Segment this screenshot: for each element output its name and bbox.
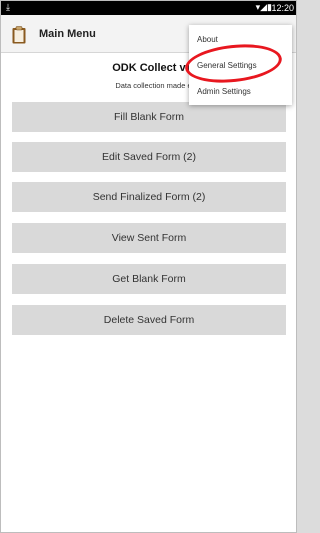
status-clock: 12:20 [271, 3, 294, 13]
signal-battery-icons: ▾◢▮ [255, 2, 272, 12]
fill-blank-form-button[interactable]: Fill Blank Form [12, 102, 286, 132]
view-sent-form-button[interactable]: View Sent Form [12, 223, 286, 253]
page-title: Main Menu [39, 28, 96, 40]
status-bar: ⤓ ▾◢▮ 12:20 [1, 1, 296, 15]
menu-item-admin-settings[interactable]: Admin Settings [189, 78, 292, 104]
delete-saved-form-button[interactable]: Delete Saved Form [12, 305, 286, 335]
edit-saved-form-button[interactable]: Edit Saved Form (2) [12, 142, 286, 172]
download-icon: ⤓ [6, 2, 10, 12]
phone-screen: ⤓ ▾◢▮ 12:20 Main Menu ODK Collect v1. Da… [0, 0, 297, 533]
clipboard-icon [12, 26, 26, 44]
send-finalized-form-button[interactable]: Send Finalized Form (2) [12, 182, 286, 212]
get-blank-form-button[interactable]: Get Blank Form [12, 264, 286, 294]
